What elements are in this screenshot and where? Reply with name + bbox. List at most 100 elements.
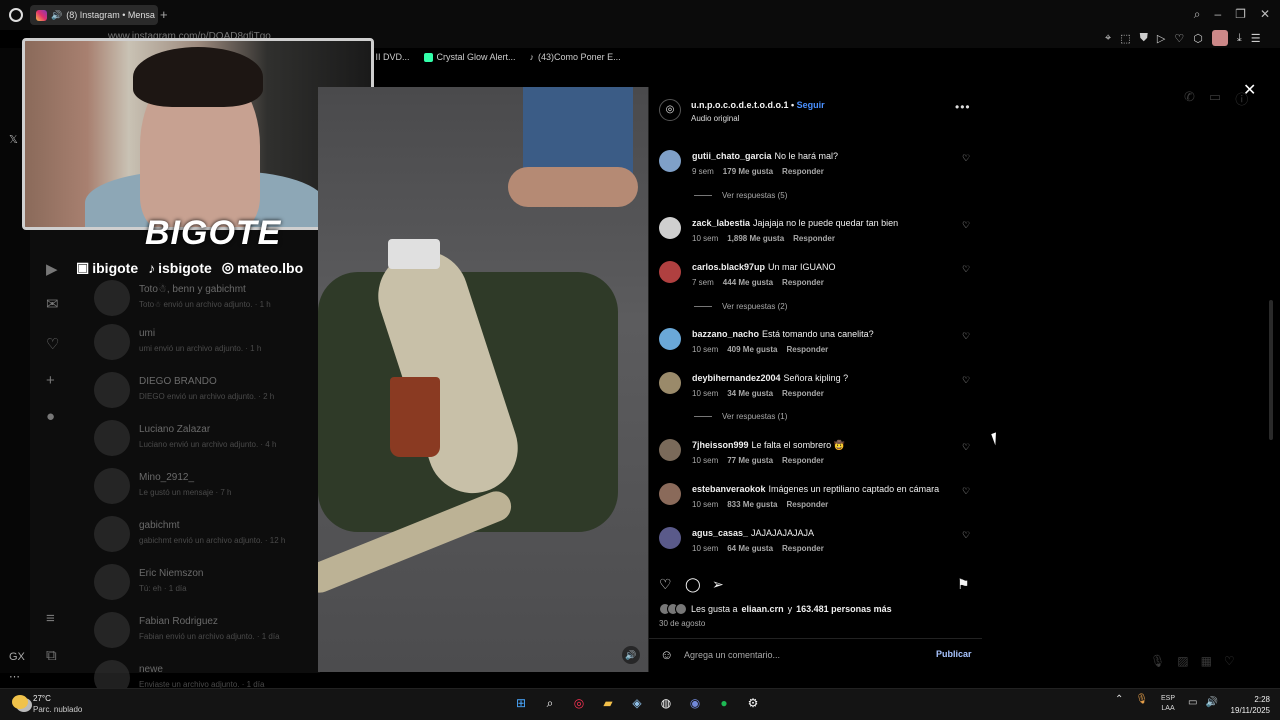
reply-button[interactable]: Responder (782, 167, 824, 176)
bookmark-item[interactable]: Crystal Glow Alert... (423, 52, 516, 62)
dm-item[interactable]: gabichmt gabichmt envió un archivo adjunt… (94, 514, 314, 558)
image-icon[interactable]: ▨ (1177, 654, 1188, 668)
notifications-icon[interactable]: ♡ (46, 335, 59, 353)
reply-button[interactable]: Responder (782, 278, 824, 287)
comment-username[interactable]: carlos.black97up (692, 262, 765, 272)
comment-username[interactable]: deybihernandez2004 (692, 373, 781, 383)
new-tab-button[interactable]: + (160, 7, 168, 22)
dm-item[interactable]: Mino_2912_ Le gustó un mensaje · 7 h (94, 466, 314, 510)
instagram-account-icon[interactable]: ◎ (659, 99, 681, 121)
comment-username[interactable]: agus_casas_ (692, 528, 748, 538)
like-comment-icon[interactable]: ♡ (962, 486, 970, 497)
mute-toggle-icon[interactable]: 🔊 (622, 646, 640, 664)
view-replies-button[interactable]: Ver respuestas (5) (694, 191, 787, 200)
mic-icon[interactable]: 🎙 (1150, 654, 1165, 668)
phone-icon[interactable]: ✆ (1184, 89, 1195, 108)
browser-tab-instagram[interactable]: 🔊 (8) Instagram • Mensa (30, 5, 158, 25)
dm-item[interactable]: umi umi envió un archivo adjunto. · 1 h (94, 322, 314, 366)
like-comment-icon[interactable]: ♡ (962, 530, 970, 541)
view-replies-button[interactable]: Ver respuestas (2) (694, 302, 787, 311)
follow-button[interactable]: Seguir (797, 100, 825, 110)
comment-likes[interactable]: 179 Me gusta (723, 167, 773, 176)
like-comment-icon[interactable]: ♡ (962, 153, 970, 164)
messages-icon[interactable]: ✉ (46, 295, 59, 313)
bookmark-item[interactable]: ♪ (43)Como Poner E... (530, 52, 621, 62)
x-twitter-icon[interactable]: 𝕏 (9, 133, 18, 146)
like-comment-icon[interactable]: ♡ (962, 331, 970, 342)
comment-username[interactable]: estebanveraokok (692, 484, 766, 494)
comment-input[interactable] (684, 646, 914, 664)
dm-item[interactable]: Toto☃, benn y gabichmt Toto☃ envió un arc… (94, 278, 314, 322)
reply-button[interactable]: Responder (782, 389, 824, 398)
reply-button[interactable]: Responder (793, 234, 835, 243)
comment-likes[interactable]: 77 Me gusta (727, 456, 773, 465)
dm-item[interactable]: DIEGO BRANDO DIEGO envió un archivo adjun… (94, 370, 314, 414)
comment-username[interactable]: bazzano_nacho (692, 329, 759, 339)
like-comment-icon[interactable]: ♡ (962, 264, 970, 275)
dm-item[interactable]: Eric Niemszon Tú: eh · 1 día (94, 562, 314, 606)
settings-gear-icon[interactable]: ⚙ (744, 694, 762, 712)
mic-icon[interactable]: 🎙 (1135, 694, 1148, 705)
weather-desc[interactable]: Parc. nublado (33, 705, 82, 714)
search-icon[interactable]: ⌕ (1194, 7, 1201, 22)
volume-icon[interactable]: 🔊 (1205, 697, 1217, 708)
speaker-icon[interactable]: 🔊 (51, 10, 62, 21)
avatar[interactable] (659, 328, 681, 350)
comment-username[interactable]: gutii_chato_garcia (692, 151, 772, 161)
audio-label[interactable]: Audio original (691, 114, 739, 123)
comment-username[interactable]: 7jheisson999 (692, 440, 749, 450)
play-icon[interactable]: ▷ (1157, 32, 1165, 45)
opera-menu-icon[interactable] (9, 8, 23, 22)
like-comment-icon[interactable]: ♡ (962, 375, 970, 386)
steam-icon[interactable]: ◈ (628, 694, 646, 712)
bookmark-item[interactable]: r II DVD... (370, 52, 410, 62)
avatar[interactable] (659, 150, 681, 172)
page-scrollbar[interactable] (1268, 70, 1274, 670)
minimize-button[interactable]: – (1214, 7, 1221, 22)
create-icon[interactable]: + (46, 372, 55, 389)
avatar[interactable] (659, 372, 681, 394)
extensions-icon[interactable]: ⬡ (1193, 32, 1203, 45)
reels-icon[interactable]: ▶ (46, 260, 58, 278)
comment-likes[interactable]: 444 Me gusta (723, 278, 773, 287)
comment-likes[interactable]: 409 Me gusta (727, 345, 777, 354)
discord-icon[interactable]: ◉ (686, 694, 704, 712)
windows-start-icon[interactable]: ⊞ (512, 694, 530, 712)
dm-item[interactable]: Fabian Rodriguez Fabian envió un archivo … (94, 610, 314, 654)
shield-icon[interactable]: ⛊ (1140, 32, 1148, 45)
like-comment-icon[interactable]: ♡ (962, 220, 970, 231)
scrollbar-thumb[interactable] (1269, 300, 1273, 440)
comment-likes[interactable]: 64 Me gusta (727, 544, 773, 553)
emoji-icon[interactable]: ☺ (660, 647, 673, 662)
close-window-button[interactable]: ✕ (1260, 7, 1270, 22)
menu-icon[interactable]: ☰ (1251, 32, 1261, 45)
like-comment-icon[interactable]: ♡ (962, 442, 970, 453)
post-image[interactable] (318, 87, 648, 672)
spotify-icon[interactable]: ● (715, 694, 733, 712)
avatar[interactable] (659, 261, 681, 283)
publish-button[interactable]: Publicar (936, 649, 972, 659)
more-options-icon[interactable]: ••• (955, 100, 971, 114)
like-icon[interactable]: ♡ (659, 576, 672, 593)
likes-user[interactable]: eliaan.crn (742, 604, 784, 614)
view-replies-button[interactable]: Ver respuestas (1) (694, 412, 787, 421)
profile-icon[interactable]: ● (46, 408, 55, 425)
avatar[interactable] (659, 217, 681, 239)
comment-likes[interactable]: 1,898 Me gusta (727, 234, 784, 243)
avatar[interactable] (659, 483, 681, 505)
dm-item[interactable]: Luciano Zalazar Luciano envió un archivo … (94, 418, 314, 462)
more-icon[interactable]: ⋯ (9, 670, 20, 683)
obs-icon[interactable]: ◍ (657, 694, 675, 712)
system-clock[interactable]: 2:28 19/11/2025 (1222, 694, 1270, 716)
reply-button[interactable]: Responder (786, 500, 828, 509)
weather-icon[interactable] (12, 695, 28, 709)
sticker-icon[interactable]: ▦ (1201, 654, 1212, 668)
post-username[interactable]: u.n.p.o.c.o.d.e.t.o.d.o.1 (691, 100, 789, 110)
likes-summary[interactable]: Les gusta a eliaan.crn y 163.481 persona… (659, 603, 892, 615)
more-menu-icon[interactable]: ≡ (46, 610, 55, 627)
weather-temp[interactable]: 27°C (33, 694, 51, 703)
save-bookmark-icon[interactable]: ⚑ (957, 576, 970, 593)
search-icon[interactable]: ⌕ (541, 694, 559, 712)
heart-icon[interactable]: ♡ (1174, 32, 1184, 45)
language-indicator[interactable]: ESP LAA (1161, 694, 1175, 714)
